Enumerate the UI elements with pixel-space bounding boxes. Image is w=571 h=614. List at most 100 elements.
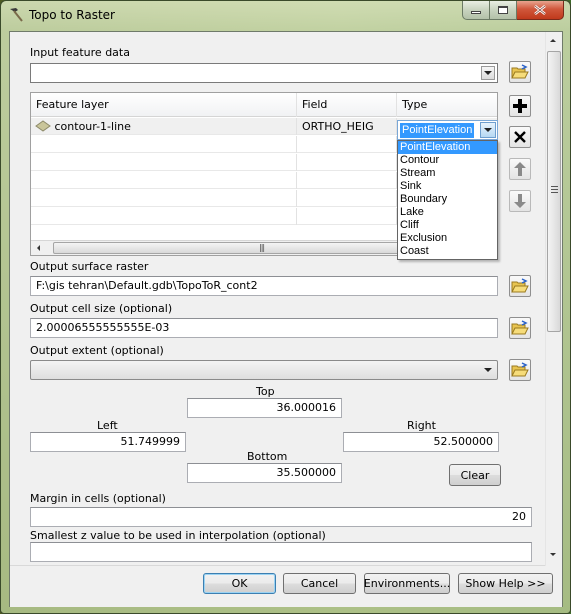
output-cell-size-input[interactable]: 2.00006555555555E-03: [30, 318, 498, 338]
environments-button[interactable]: Environments...: [364, 573, 450, 594]
arrow-up-icon: [514, 162, 526, 176]
input-feature-data-dropdown-button[interactable]: [481, 66, 495, 80]
output-cell-size-browse-button[interactable]: [509, 317, 531, 339]
title-bar[interactable]: Topo to Raster: [1, 1, 570, 29]
dialog-footer: OK Cancel Environments... Show Help >>: [10, 567, 562, 607]
window-title: Topo to Raster: [29, 8, 115, 22]
move-down-button[interactable]: [509, 190, 531, 212]
smallest-z-input[interactable]: [30, 542, 532, 562]
extent-left-label: Left: [97, 419, 118, 432]
extent-right-input[interactable]: 52.500000: [343, 432, 499, 452]
chevron-down-icon: [484, 368, 492, 372]
show-help-button[interactable]: Show Help >>: [458, 573, 553, 594]
caption-buttons: [462, 1, 564, 21]
parameters-pane: Input feature data Feature layer Field T…: [10, 32, 562, 566]
output-surface-raster-label: Output surface raster: [30, 260, 149, 273]
column-header-type[interactable]: Type: [397, 93, 497, 117]
output-extent-dropdown-button[interactable]: [481, 363, 495, 377]
grip-icon: [551, 186, 558, 193]
plus-icon: [513, 99, 527, 113]
minimize-icon: [471, 11, 481, 14]
empty-cell: [31, 154, 297, 171]
type-option-coast[interactable]: Coast: [398, 245, 497, 258]
topo-to-raster-window: Topo to Raster Input feature data Featur…: [0, 0, 571, 614]
chevron-down-icon: [484, 71, 492, 75]
column-header-feature-layer[interactable]: Feature layer: [31, 93, 297, 117]
parameters-vertical-scrollbar[interactable]: [545, 32, 562, 566]
scroll-up-icon: [550, 39, 556, 42]
table-header: Feature layer Field Type: [31, 93, 497, 117]
maximize-button[interactable]: [490, 1, 517, 20]
type-dropdown-list: PointElevation Contour Stream Sink Bound…: [397, 140, 498, 260]
output-extent-combo[interactable]: [30, 360, 498, 380]
scroll-up-button[interactable]: [550, 39, 556, 42]
feature-layer-value: contour-1-line: [54, 120, 131, 133]
dialog-client-area: Input feature data Feature layer Field T…: [9, 31, 563, 607]
smallest-z-label: Smallest z value to be used in interpola…: [30, 529, 326, 542]
type-option-stream[interactable]: Stream: [398, 167, 497, 180]
output-extent-browse-button[interactable]: [509, 359, 531, 381]
chevron-down-icon: [484, 128, 492, 132]
move-up-button[interactable]: [509, 158, 531, 180]
type-dropdown-button[interactable]: [480, 122, 496, 138]
scroll-down-button[interactable]: [550, 553, 556, 556]
empty-cell: [31, 208, 297, 225]
input-feature-data-combo[interactable]: [30, 63, 498, 83]
type-selected-value: PointElevation: [400, 123, 475, 138]
open-folder-icon: [511, 320, 529, 335]
type-option-cliff[interactable]: Cliff: [398, 219, 497, 232]
type-option-point-elevation[interactable]: PointElevation: [398, 141, 497, 154]
extent-right-label: Right: [407, 419, 436, 432]
output-extent-label: Output extent (optional): [30, 344, 164, 357]
type-combo[interactable]: PointElevation: [397, 120, 498, 140]
type-option-lake[interactable]: Lake: [398, 206, 497, 219]
extent-bottom-input[interactable]: 35.500000: [187, 463, 342, 483]
type-option-sink[interactable]: Sink: [398, 180, 497, 193]
maximize-icon: [498, 6, 508, 14]
input-feature-data-browse-button[interactable]: [509, 61, 531, 83]
x-icon: [514, 131, 526, 143]
cancel-button[interactable]: Cancel: [283, 573, 356, 594]
empty-cell: [31, 172, 297, 189]
polygon-layer-icon: [35, 120, 51, 132]
type-option-boundary[interactable]: Boundary: [398, 193, 497, 206]
extent-bottom-label: Bottom: [247, 450, 288, 463]
margin-in-cells-label: Margin in cells (optional): [30, 492, 166, 505]
scroll-left-icon[interactable]: [37, 245, 40, 251]
scroll-down-icon: [550, 553, 556, 556]
output-cell-size-label: Output cell size (optional): [30, 302, 173, 315]
vertical-scroll-thumb[interactable]: [547, 51, 561, 332]
remove-row-button[interactable]: [509, 126, 531, 148]
empty-cell: [297, 136, 397, 153]
ok-button[interactable]: OK: [203, 573, 276, 594]
input-feature-data-label: Input feature data: [30, 46, 130, 59]
add-row-button[interactable]: [509, 95, 531, 117]
type-option-exclusion[interactable]: Exclusion: [398, 232, 497, 245]
hammer-icon: [10, 8, 23, 22]
field-value: ORTHO_HEIG: [302, 120, 374, 133]
feature-layer-cell[interactable]: contour-1-line: [31, 118, 297, 135]
field-cell[interactable]: ORTHO_HEIG: [297, 118, 397, 135]
open-folder-icon: [511, 64, 529, 79]
open-folder-icon: [511, 362, 529, 377]
close-button[interactable]: [517, 1, 564, 20]
minimize-button[interactable]: [462, 1, 490, 20]
column-header-field[interactable]: Field: [297, 93, 397, 117]
clear-extent-button[interactable]: Clear: [449, 464, 501, 486]
empty-cell: [297, 208, 397, 225]
empty-cell: [297, 172, 397, 189]
extent-top-label: Top: [256, 385, 275, 398]
empty-cell: [31, 190, 297, 207]
type-option-contour[interactable]: Contour: [398, 154, 497, 167]
extent-top-input[interactable]: 36.000016: [187, 398, 342, 418]
output-surface-raster-browse-button[interactable]: [509, 275, 531, 297]
arrow-down-icon: [514, 194, 526, 208]
output-surface-raster-input[interactable]: F:\gis tehran\Default.gdb\TopoToR_cont2: [30, 276, 498, 296]
open-folder-icon: [511, 278, 529, 293]
empty-cell: [297, 190, 397, 207]
margin-in-cells-input[interactable]: 20: [30, 507, 532, 527]
empty-cell: [31, 136, 297, 153]
close-icon: [534, 5, 546, 15]
extent-left-input[interactable]: 51.749999: [30, 432, 186, 452]
grip-icon: |||: [259, 243, 265, 252]
